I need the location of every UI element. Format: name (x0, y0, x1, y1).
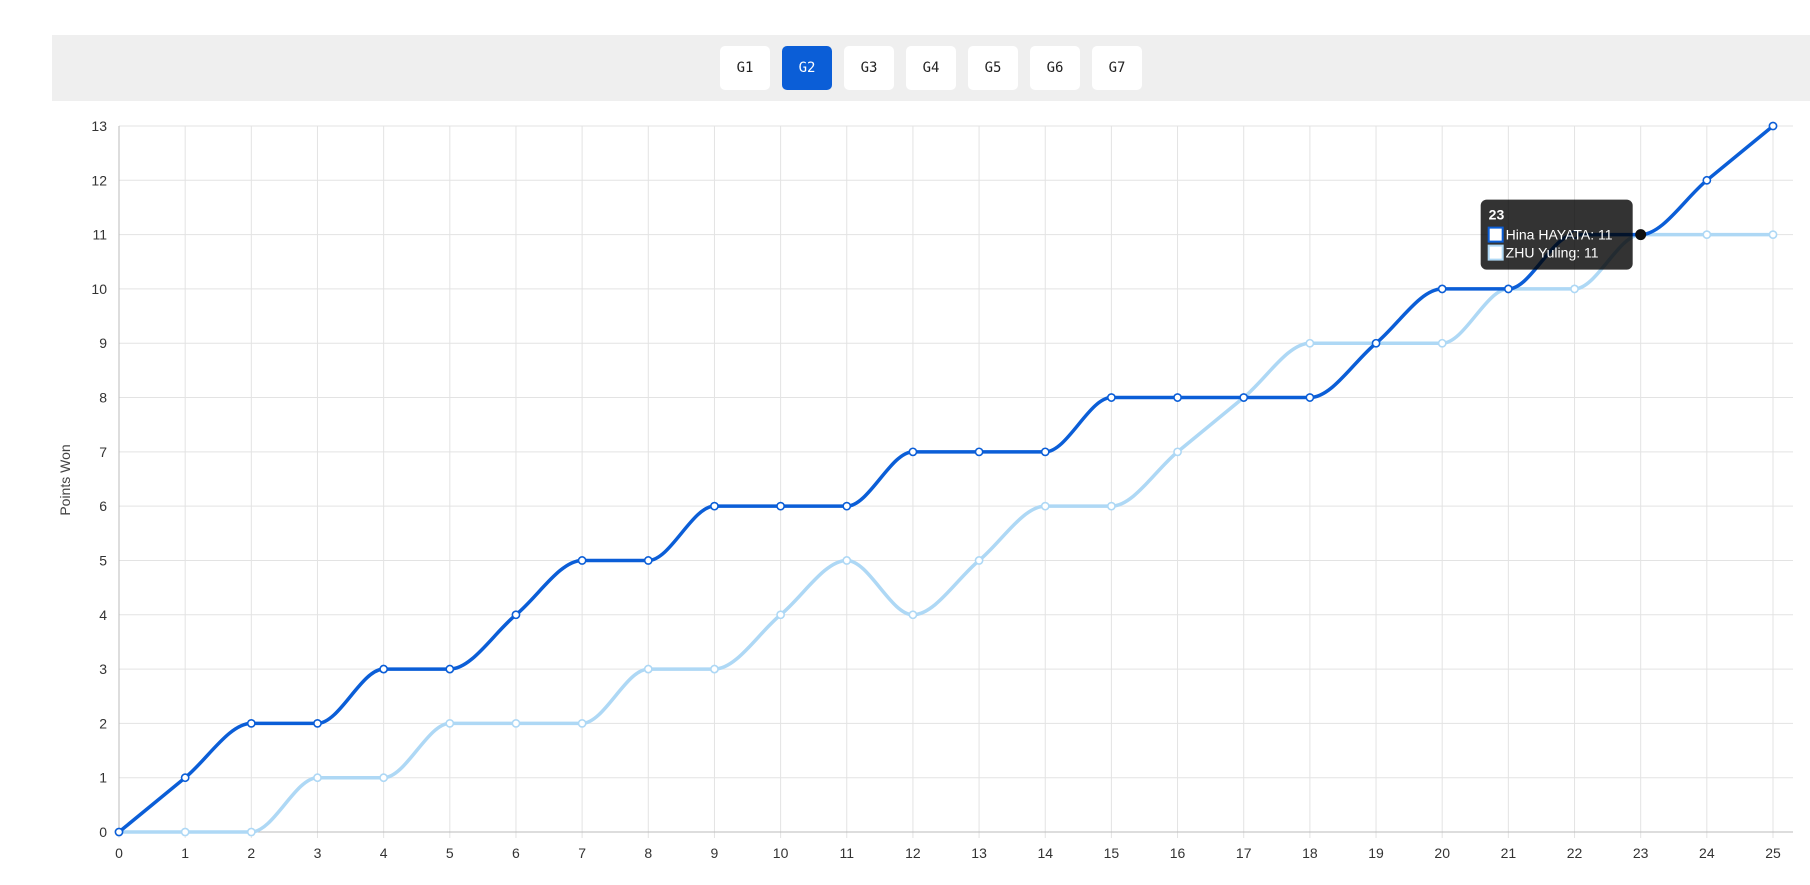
data-point (1173, 393, 1182, 402)
data-point (313, 718, 322, 728)
x-tick-label: 16 (1170, 845, 1186, 861)
data-point (445, 718, 455, 728)
data-point (776, 501, 785, 511)
tooltip-swatch (1487, 244, 1504, 261)
x-tick-label: 11 (839, 845, 854, 861)
data-point (114, 827, 124, 837)
series-line-zhu-yuling (118, 232, 1773, 834)
points-chart: 0123456789101112130 1 2 3 4 5 6 7 8 9 10 11 12 13 14 15… (57, 118, 1793, 861)
data-point (1040, 501, 1050, 511)
data-point (710, 664, 719, 674)
data-point (511, 718, 521, 728)
data-point (710, 501, 719, 511)
data-point (1768, 121, 1778, 131)
data-point (1702, 175, 1712, 185)
series-zhu-yuling (114, 230, 1778, 837)
y-tick-label: 7 (99, 444, 107, 460)
x-tick-label: 9 (711, 845, 719, 861)
y-tick-label: 5 (99, 552, 107, 568)
x-tick-label: 13 (971, 845, 987, 861)
data-point (577, 718, 587, 728)
x-tick-label: 22 (1567, 845, 1583, 861)
data-point (1437, 338, 1447, 348)
data-point (313, 773, 322, 783)
data-point (1305, 393, 1315, 402)
y-tick-label: 0 (99, 824, 107, 840)
x-tick-label: 21 (1501, 845, 1517, 861)
data-point (1107, 501, 1116, 511)
y-tick-label: 9 (99, 335, 107, 351)
x-tick-label: 25 (1765, 845, 1781, 861)
x-tick-label: 23 (1633, 845, 1649, 861)
data-point (1107, 393, 1116, 402)
y-tick-label: 12 (91, 172, 107, 188)
data-point (379, 773, 389, 783)
x-tick-label: 2 (247, 845, 255, 861)
y-tick-label: 2 (99, 715, 107, 731)
y-tick-label: 3 (99, 661, 107, 677)
x-tick-label: 7 (578, 845, 586, 861)
data-point (1437, 284, 1447, 294)
data-point (1239, 393, 1249, 402)
x-tick-label: 4 (380, 845, 388, 861)
data-point (1768, 230, 1778, 240)
tooltip: 23Hina HAYATA: 11 ZHU Yuling: 11 (1480, 199, 1633, 270)
data-point (842, 556, 852, 565)
data-point (643, 556, 653, 565)
y-tick-label: 1 (99, 770, 107, 786)
tooltip-line: ZHU Yuling: 11 (1506, 245, 1599, 261)
data-point (180, 827, 190, 837)
data-point (1371, 338, 1381, 348)
x-tick-label: 18 (1302, 845, 1318, 861)
y-tick-label: 13 (91, 118, 107, 134)
x-tick-label: 1 (181, 845, 189, 861)
data-point (246, 718, 256, 728)
x-tick-label: 14 (1037, 845, 1053, 861)
data-point (908, 447, 918, 457)
x-tick-label: 0 (115, 845, 123, 861)
data-point (908, 610, 918, 620)
y-tick-label: 4 (99, 607, 107, 623)
data-point (180, 773, 190, 783)
data-point (1503, 284, 1513, 294)
y-tick-label: 8 (99, 390, 107, 406)
data-point (445, 664, 455, 674)
data-point (1040, 447, 1050, 457)
y-tick-label: 10 (91, 281, 107, 297)
data-point (842, 501, 852, 511)
data-point (379, 664, 389, 674)
x-tick-label: 12 (905, 845, 921, 861)
data-point (643, 664, 653, 674)
x-tick-label: 5 (446, 845, 454, 861)
x-tick-label: 20 (1434, 845, 1450, 861)
x-tick-label: 24 (1699, 845, 1715, 861)
x-tick-label: 6 (512, 845, 520, 861)
data-point (577, 556, 587, 565)
data-point (776, 610, 785, 620)
y-axis-label: Points Won (57, 444, 73, 515)
tooltip-title: 23 (1489, 207, 1505, 223)
data-point (1570, 284, 1579, 294)
x-tick-label: 15 (1104, 845, 1120, 861)
x-tick-label: 19 (1368, 845, 1384, 861)
data-point (1702, 230, 1712, 240)
tooltip-swatch (1487, 226, 1504, 243)
tooltip-line: Hina HAYATA: 11 (1506, 227, 1613, 243)
y-tick-label: 11 (92, 227, 107, 243)
data-point (974, 447, 984, 457)
hover-point (1635, 229, 1647, 241)
data-point (1305, 338, 1315, 348)
data-point (246, 827, 256, 837)
x-tick-label: 8 (644, 845, 652, 861)
x-tick-label: 17 (1236, 845, 1252, 861)
data-point (1173, 447, 1182, 457)
x-tick-label: 3 (314, 845, 322, 861)
y-tick-label: 6 (99, 498, 107, 514)
x-tick-label: 10 (773, 845, 789, 861)
data-point (974, 556, 984, 565)
data-point (511, 610, 521, 620)
